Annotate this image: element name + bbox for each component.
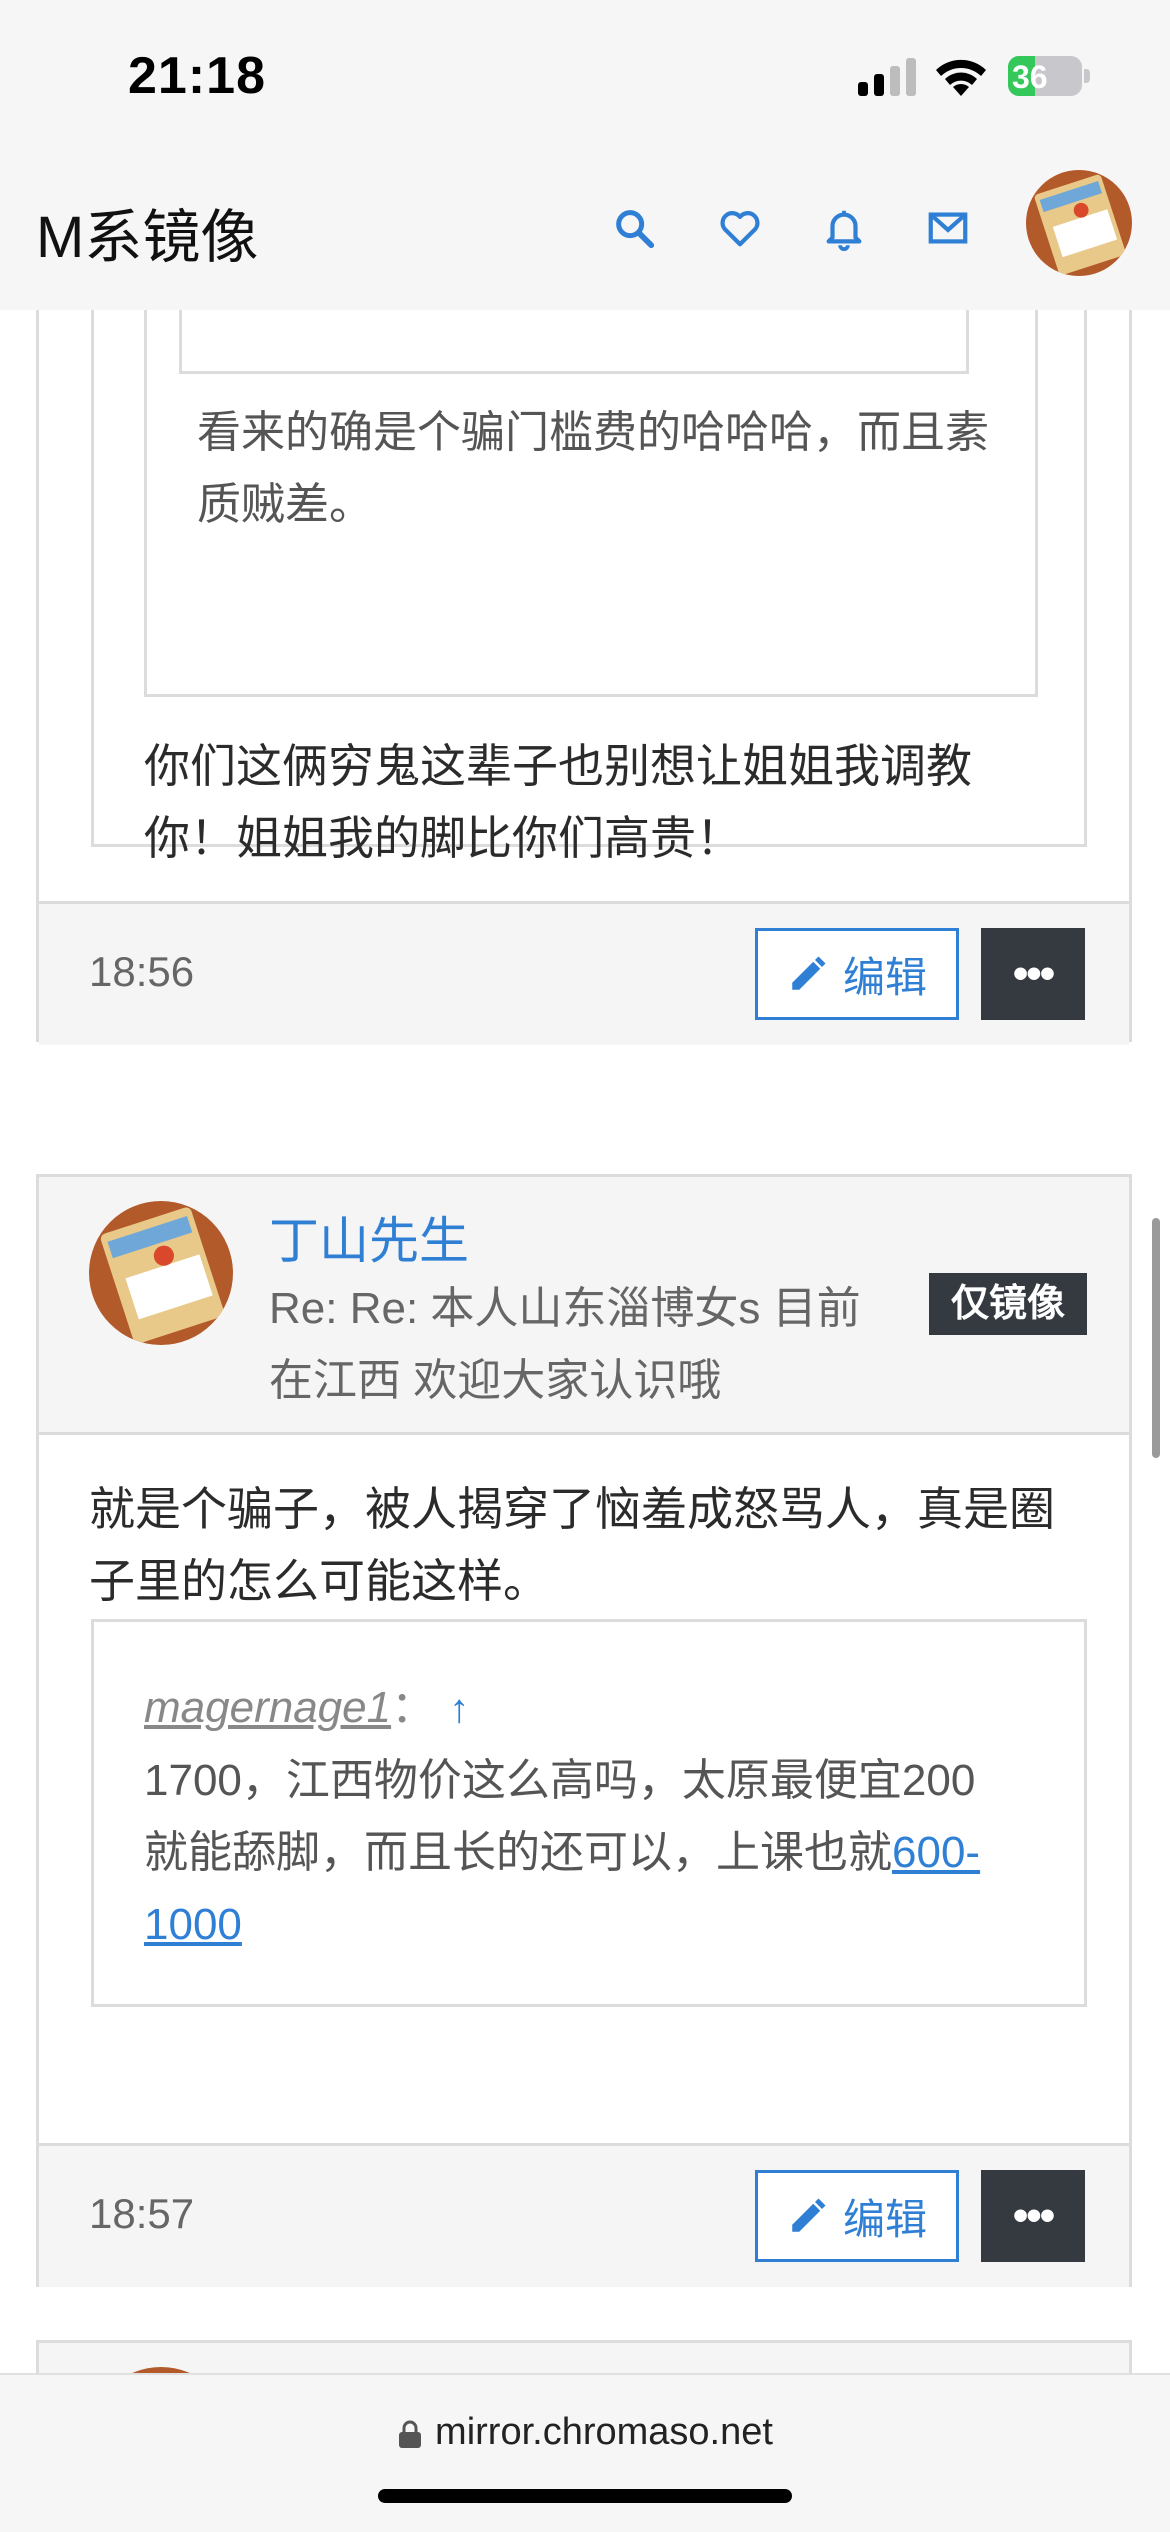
url-text[interactable]: mirror.chromaso.net (435, 2411, 773, 2453)
home-indicator[interactable] (378, 2489, 792, 2503)
site-brand[interactable]: M系镜像 (36, 190, 258, 274)
quote-block: magernage1： ↑ 1700，江西物价这么高吗，太原最便宜200就能舔脚，… (91, 1619, 1087, 2007)
post-footer: 18:56 编辑 ••• (39, 901, 1129, 1045)
search-icon[interactable] (604, 198, 664, 258)
user-avatar[interactable] (1026, 170, 1132, 276)
nested-quote-block: 看来的确是个骗门槛费的哈哈哈，而且素质贼差。 (144, 310, 1038, 697)
post-card: 丁山先生 Re: Re: 本人山东淄博女s 目前在江西 欢迎大家认识哦 仅镜像 … (36, 1174, 1132, 2287)
browser-url-bar[interactable]: mirror.chromaso.net (0, 2373, 1170, 2532)
status-time: 21:18 (128, 47, 266, 105)
battery-icon: 36 (1008, 56, 1090, 96)
mail-icon[interactable] (918, 198, 978, 258)
edit-label: 编辑 (842, 2195, 927, 2243)
scrollbar[interactable] (1152, 1218, 1160, 1458)
post-body-text: 就是个骗子，被人揭穿了恼羞成怒骂人，真是圈子里的怎么可能这样。 (89, 1483, 1055, 1607)
quote-author-link[interactable]: magernage1 (144, 1683, 391, 1732)
edit-button[interactable]: 编辑 (755, 2170, 959, 2262)
quote-up-arrow-icon[interactable]: ↑ (449, 1687, 469, 1731)
more-button[interactable]: ••• (981, 928, 1085, 1020)
pencil-icon (792, 956, 826, 990)
wifi-icon (936, 59, 986, 96)
quote-colon: ： (391, 1683, 436, 1732)
bell-icon[interactable] (814, 198, 874, 258)
post-time: 18:57 (89, 2190, 195, 2237)
cellular-signal-icon (858, 58, 916, 96)
post-card: 看来的确是个骗门槛费的哈哈哈，而且素质贼差。 你们这俩穷鬼这辈子也别想让姐姐我调… (36, 310, 1132, 1045)
more-button[interactable]: ••• (981, 2170, 1085, 2262)
quote-block: 看来的确是个骗门槛费的哈哈哈，而且素质贼差。 你们这俩穷鬼这辈子也别想让姐姐我调… (91, 310, 1087, 864)
mirror-only-badge: 仅镜像 (929, 1273, 1088, 1335)
nested-quote-inner-box (179, 310, 969, 374)
heart-icon[interactable] (710, 198, 770, 258)
post-card (36, 2340, 1132, 2373)
pencil-icon (792, 2198, 826, 2232)
author-avatar[interactable] (89, 1201, 233, 1345)
nested-quote-text: 看来的确是个骗门槛费的哈哈哈，而且素质贼差。 (197, 408, 989, 529)
post-header: 丁山先生 Re: Re: 本人山东淄博女s 目前在江西 欢迎大家认识哦 仅镜像 (39, 1177, 1129, 1435)
post-footer: 18:57 编辑 ••• (39, 2143, 1129, 2287)
edit-label: 编辑 (842, 953, 927, 1001)
post-time: 18:56 (89, 948, 195, 995)
quote-header: magernage1： ↑ (144, 1672, 1004, 1745)
quote-content: magernage1： ↑ 1700，江西物价这么高吗，太原最便宜200就能舔脚，… (144, 1672, 1004, 1961)
quote-reply-text: 你们这俩穷鬼这辈子也别想让姐姐我调教你！姐姐我的脚比你们高贵！ (144, 740, 972, 864)
lock-icon (399, 2420, 422, 2448)
thread-content: 看来的确是个骗门槛费的哈哈哈，而且素质贼差。 你们这俩穷鬼这辈子也别想让姐姐我调… (0, 310, 1170, 2373)
post-subject: Re: Re: 本人山东淄博女s 目前在江西 欢迎大家认识哦 (269, 1284, 861, 1405)
top-navbar: M系镜像 (0, 150, 1170, 310)
author-name-link[interactable]: 丁山先生 (269, 1201, 469, 1273)
edit-button[interactable]: 编辑 (755, 928, 959, 1020)
status-bar: 21:18 36 (0, 0, 1170, 150)
quote-text: 1700，江西物价这么高吗，太原最便宜200就能舔脚，而且长的还可以，上课也就 (144, 1756, 976, 1877)
battery-percent: 36 (1012, 59, 1048, 95)
